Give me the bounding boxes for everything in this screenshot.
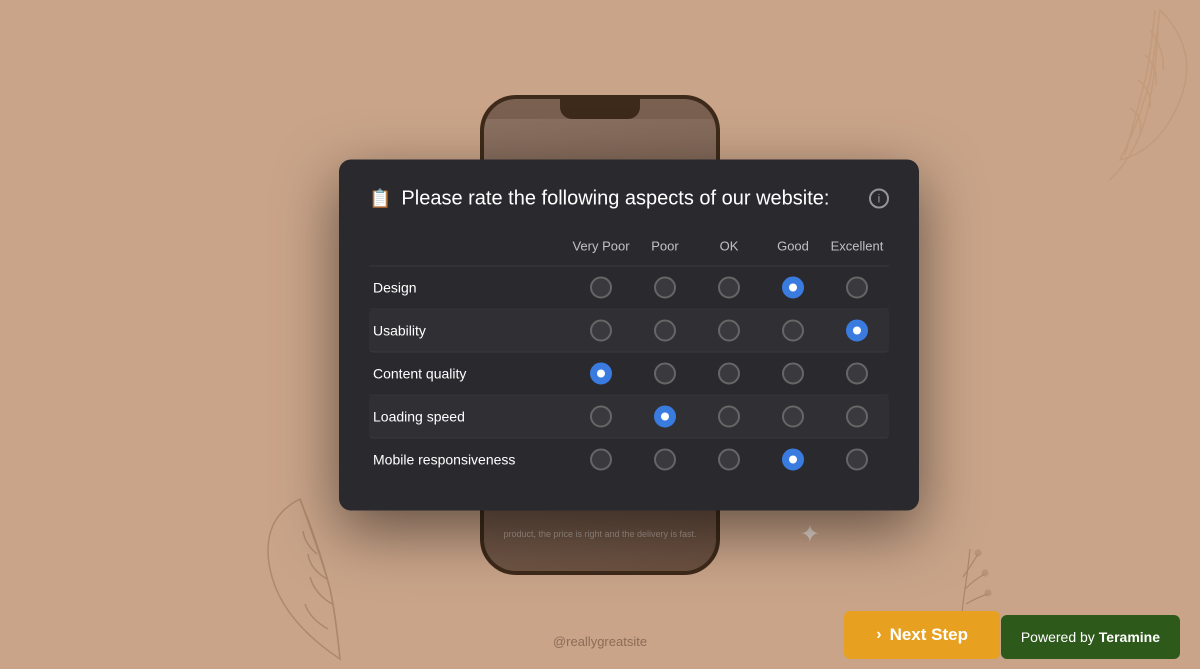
phone-notch — [560, 99, 640, 119]
radio-cq-poor[interactable] — [633, 362, 697, 384]
radio-btn[interactable] — [846, 362, 868, 384]
info-button[interactable]: i — [869, 189, 889, 209]
radio-btn-selected[interactable] — [654, 405, 676, 427]
radio-usability-poor[interactable] — [633, 319, 697, 341]
radio-cq-excellent[interactable] — [825, 362, 889, 384]
row-label-loading-speed: Loading speed — [369, 408, 569, 424]
header-excellent: Excellent — [825, 238, 889, 253]
row-design: Design — [369, 266, 889, 309]
radio-mr-excellent[interactable] — [825, 448, 889, 470]
radio-ls-ok[interactable] — [697, 405, 761, 427]
radio-usability-ok[interactable] — [697, 319, 761, 341]
radio-btn[interactable] — [782, 319, 804, 341]
sparkle-decoration: ✦ — [800, 520, 820, 549]
row-label-design: Design — [369, 279, 569, 295]
radio-ls-excellent[interactable] — [825, 405, 889, 427]
modal-title-text: Please rate the following aspects of our… — [401, 187, 829, 210]
radio-cq-ok[interactable] — [697, 362, 761, 384]
radio-btn[interactable] — [654, 448, 676, 470]
radio-btn[interactable] — [654, 319, 676, 341]
radio-design-ok[interactable] — [697, 276, 761, 298]
radio-btn-selected[interactable] — [782, 448, 804, 470]
radio-mr-verypoor[interactable] — [569, 448, 633, 470]
powered-by-badge: Powered by Teramine — [1001, 615, 1180, 659]
radio-ls-good[interactable] — [761, 405, 825, 427]
radio-btn[interactable] — [718, 362, 740, 384]
header-empty — [369, 238, 569, 253]
radio-mr-poor[interactable] — [633, 448, 697, 470]
modal-title: 📋 Please rate the following aspects of o… — [369, 187, 889, 210]
header-poor: Poor — [633, 238, 697, 253]
row-label-usability: Usability — [369, 322, 569, 338]
header-good: Good — [761, 238, 825, 253]
row-loading-speed: Loading speed — [369, 395, 889, 438]
radio-ls-poor[interactable] — [633, 405, 697, 427]
radio-btn[interactable] — [846, 448, 868, 470]
watermark: @reallygreatsite — [553, 634, 647, 649]
radio-usability-good[interactable] — [761, 319, 825, 341]
powered-by-prefix: Powered by — [1021, 629, 1095, 645]
survey-modal: 📋 Please rate the following aspects of o… — [339, 159, 919, 510]
header-very-poor: Very Poor — [569, 238, 633, 253]
phone-text-overlay: product, the price is right and the deli… — [494, 528, 706, 541]
radio-cq-good[interactable] — [761, 362, 825, 384]
radio-btn[interactable] — [718, 276, 740, 298]
row-label-mobile-responsiveness: Mobile responsiveness — [369, 451, 569, 467]
radio-ls-verypoor[interactable] — [569, 405, 633, 427]
radio-btn[interactable] — [590, 448, 612, 470]
row-mobile-responsiveness: Mobile responsiveness — [369, 438, 889, 480]
radio-btn-selected[interactable] — [590, 362, 612, 384]
radio-btn[interactable] — [846, 405, 868, 427]
radio-cq-verypoor[interactable] — [569, 362, 633, 384]
radio-design-good[interactable] — [761, 276, 825, 298]
radio-btn[interactable] — [782, 362, 804, 384]
survey-icon: 📋 — [369, 188, 391, 209]
radio-btn-selected[interactable] — [782, 276, 804, 298]
radio-btn[interactable] — [782, 405, 804, 427]
row-content-quality: Content quality — [369, 352, 889, 395]
rating-table: Very Poor Poor OK Good Excellent Design … — [369, 230, 889, 480]
radio-design-verypoor[interactable] — [569, 276, 633, 298]
radio-btn[interactable] — [718, 319, 740, 341]
radio-mr-good[interactable] — [761, 448, 825, 470]
row-label-content-quality: Content quality — [369, 365, 569, 381]
radio-btn[interactable] — [590, 276, 612, 298]
radio-btn[interactable] — [718, 405, 740, 427]
radio-btn[interactable] — [846, 276, 868, 298]
radio-btn[interactable] — [654, 362, 676, 384]
next-step-button[interactable]: › Next Step — [844, 611, 1000, 659]
powered-by-brand: Teramine — [1099, 629, 1160, 645]
radio-btn[interactable] — [654, 276, 676, 298]
row-usability: Usability — [369, 309, 889, 352]
rating-header: Very Poor Poor OK Good Excellent — [369, 230, 889, 266]
radio-design-excellent[interactable] — [825, 276, 889, 298]
radio-btn-selected[interactable] — [846, 319, 868, 341]
radio-design-poor[interactable] — [633, 276, 697, 298]
next-step-label: Next Step — [890, 625, 968, 645]
radio-mr-ok[interactable] — [697, 448, 761, 470]
radio-btn[interactable] — [590, 319, 612, 341]
radio-usability-verypoor[interactable] — [569, 319, 633, 341]
next-step-arrow: › — [876, 626, 881, 644]
header-ok: OK — [697, 238, 761, 253]
radio-btn[interactable] — [718, 448, 740, 470]
radio-usability-excellent[interactable] — [825, 319, 889, 341]
radio-btn[interactable] — [590, 405, 612, 427]
